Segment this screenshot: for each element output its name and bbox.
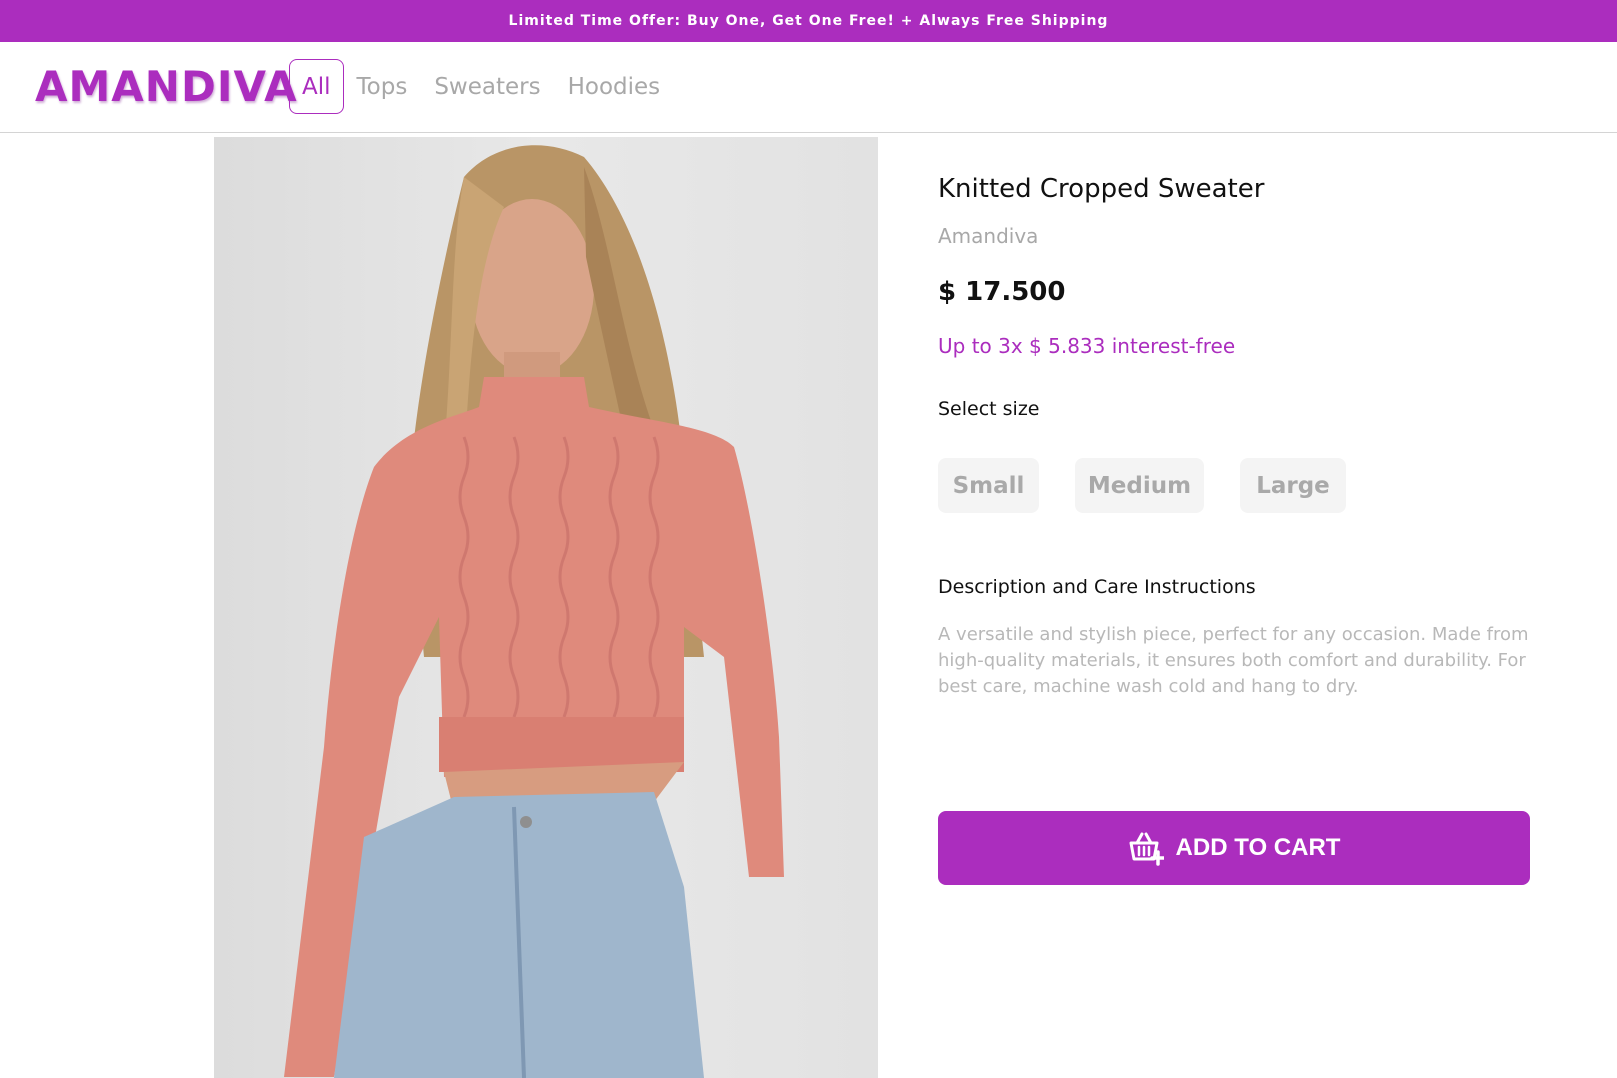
add-to-cart-button[interactable]: ADD TO CART xyxy=(938,811,1530,885)
promo-text: Limited Time Offer: Buy One, Get One Fre… xyxy=(508,13,1109,29)
size-selector: Small Medium Large xyxy=(938,458,1382,513)
product-brand: Amandiva xyxy=(938,224,1039,248)
installments-text: Up to 3x $ 5.833 interest-free xyxy=(938,334,1236,358)
category-nav: All Tops Sweaters Hoodies xyxy=(289,59,674,114)
promo-banner: Limited Time Offer: Buy One, Get One Fre… xyxy=(0,0,1617,42)
product-photo xyxy=(284,145,784,1078)
size-option-large[interactable]: Large xyxy=(1240,458,1346,513)
nav-item-all[interactable]: All xyxy=(289,59,344,114)
site-header: AMANDIVA All Tops Sweaters Hoodies xyxy=(0,42,1617,133)
nav-item-hoodies[interactable]: Hoodies xyxy=(555,59,674,114)
size-option-medium[interactable]: Medium xyxy=(1075,458,1204,513)
nav-item-sweaters[interactable]: Sweaters xyxy=(421,59,553,114)
product-price: $ 17.500 xyxy=(938,277,1066,307)
product-image xyxy=(214,137,878,1078)
size-option-small[interactable]: Small xyxy=(938,458,1039,513)
basket-add-icon xyxy=(1128,830,1164,866)
description-text: A versatile and stylish piece, perfect f… xyxy=(938,624,1529,697)
site-logo[interactable]: AMANDIVA xyxy=(35,62,298,111)
add-to-cart-label: ADD TO CART xyxy=(1175,834,1341,861)
description-heading: Description and Care Instructions xyxy=(938,576,1256,598)
product-title: Knitted Cropped Sweater xyxy=(938,174,1265,204)
size-label: Select size xyxy=(938,398,1040,420)
nav-item-tops[interactable]: Tops xyxy=(344,59,421,114)
